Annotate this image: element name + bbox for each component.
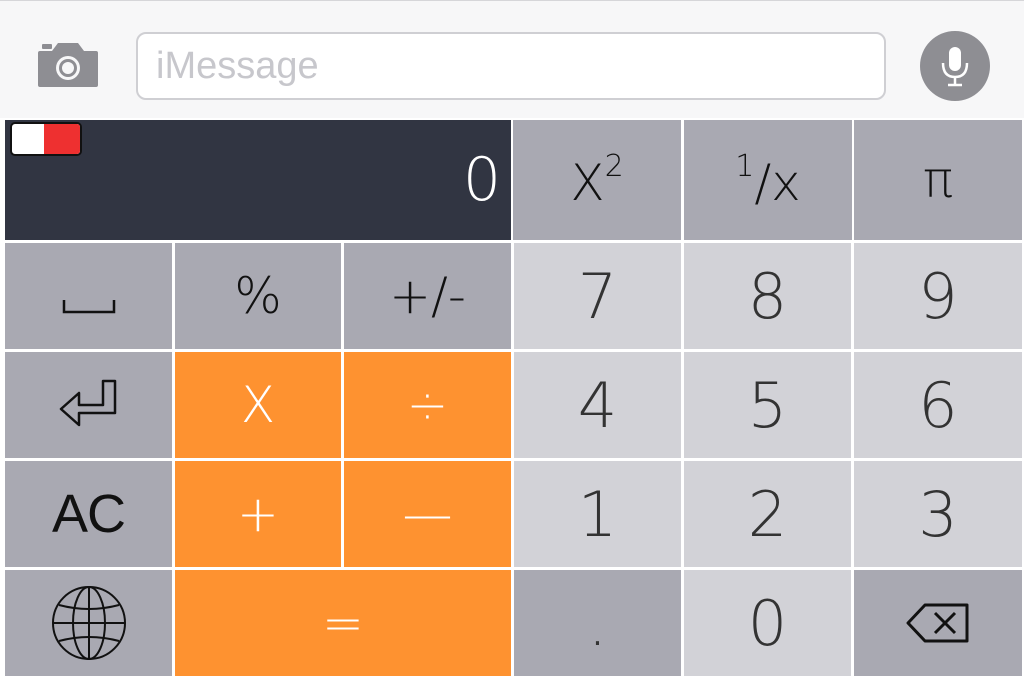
key-5[interactable]: 5 [684, 352, 851, 458]
space-key[interactable] [5, 243, 172, 349]
mode-toggle[interactable] [10, 122, 82, 156]
key-0[interactable]: 0 [684, 570, 851, 676]
key-7-label: 7 [577, 259, 618, 333]
plus-minus-key[interactable]: +/- [344, 243, 511, 349]
multiply-key[interactable]: X [175, 352, 341, 458]
calculator-display: 0 [5, 120, 511, 240]
key-4-label: 4 [577, 368, 618, 442]
reciprocal-label: 1/x [735, 148, 801, 212]
key-6-label: 6 [918, 368, 958, 442]
equals-key[interactable]: = [175, 570, 511, 676]
key-3-label: 3 [918, 477, 958, 551]
reciprocal-key[interactable]: 1/x [684, 120, 852, 240]
all-clear-key[interactable]: AC [5, 461, 172, 567]
pi-label: π [922, 151, 954, 209]
key-7[interactable]: 7 [514, 243, 681, 349]
plus-minus-label: +/- [389, 267, 466, 325]
percent-label: % [234, 267, 282, 325]
divide-label: ÷ [406, 376, 449, 434]
multiply-label: X [240, 376, 276, 434]
microphone-icon [941, 47, 969, 87]
key-2-label: 2 [747, 477, 788, 551]
return-key[interactable] [5, 352, 172, 458]
minus-label: — [402, 485, 453, 543]
backspace-icon [906, 603, 969, 643]
message-bar [0, 0, 1024, 118]
key-8[interactable]: 8 [684, 243, 851, 349]
globe-key[interactable] [5, 570, 172, 676]
camera-icon [38, 43, 98, 87]
key-9-label: 9 [918, 259, 958, 333]
key-1-label: 1 [577, 477, 618, 551]
return-icon [59, 379, 116, 427]
divide-key[interactable]: ÷ [344, 352, 511, 458]
plus-key[interactable]: + [175, 461, 341, 567]
key-8-label: 8 [747, 259, 788, 333]
toggle-red-segment [44, 124, 80, 154]
key-6[interactable]: 6 [854, 352, 1022, 458]
backspace-key[interactable] [854, 570, 1022, 676]
percent-key[interactable]: % [175, 243, 341, 349]
key-9[interactable]: 9 [854, 243, 1022, 349]
all-clear-label: AC [51, 484, 126, 544]
key-4[interactable]: 4 [514, 352, 681, 458]
square-label: X2 [570, 148, 624, 212]
decimal-label: . [587, 586, 608, 660]
decimal-key[interactable]: . [514, 570, 681, 676]
microphone-button[interactable] [920, 31, 990, 101]
calculator-keyboard: 0 X2 1/x π % +/- 7 8 9 X ÷ 4 5 6 AC + — … [0, 118, 1024, 678]
equals-label: = [322, 594, 364, 652]
message-input[interactable] [136, 32, 886, 100]
key-3[interactable]: 3 [854, 461, 1022, 567]
key-0-label: 0 [747, 586, 788, 660]
app-frame: 0 X2 1/x π % +/- 7 8 9 [0, 0, 1024, 678]
pi-key[interactable]: π [854, 120, 1022, 240]
display-value: 0 [462, 145, 501, 215]
space-icon [62, 300, 115, 314]
camera-button[interactable] [36, 41, 100, 89]
globe-icon [51, 586, 126, 660]
plus-label: + [237, 485, 279, 543]
square-key[interactable]: X2 [513, 120, 681, 240]
key-5-label: 5 [747, 368, 788, 442]
minus-key[interactable]: — [344, 461, 511, 567]
key-2[interactable]: 2 [684, 461, 851, 567]
key-1[interactable]: 1 [514, 461, 681, 567]
